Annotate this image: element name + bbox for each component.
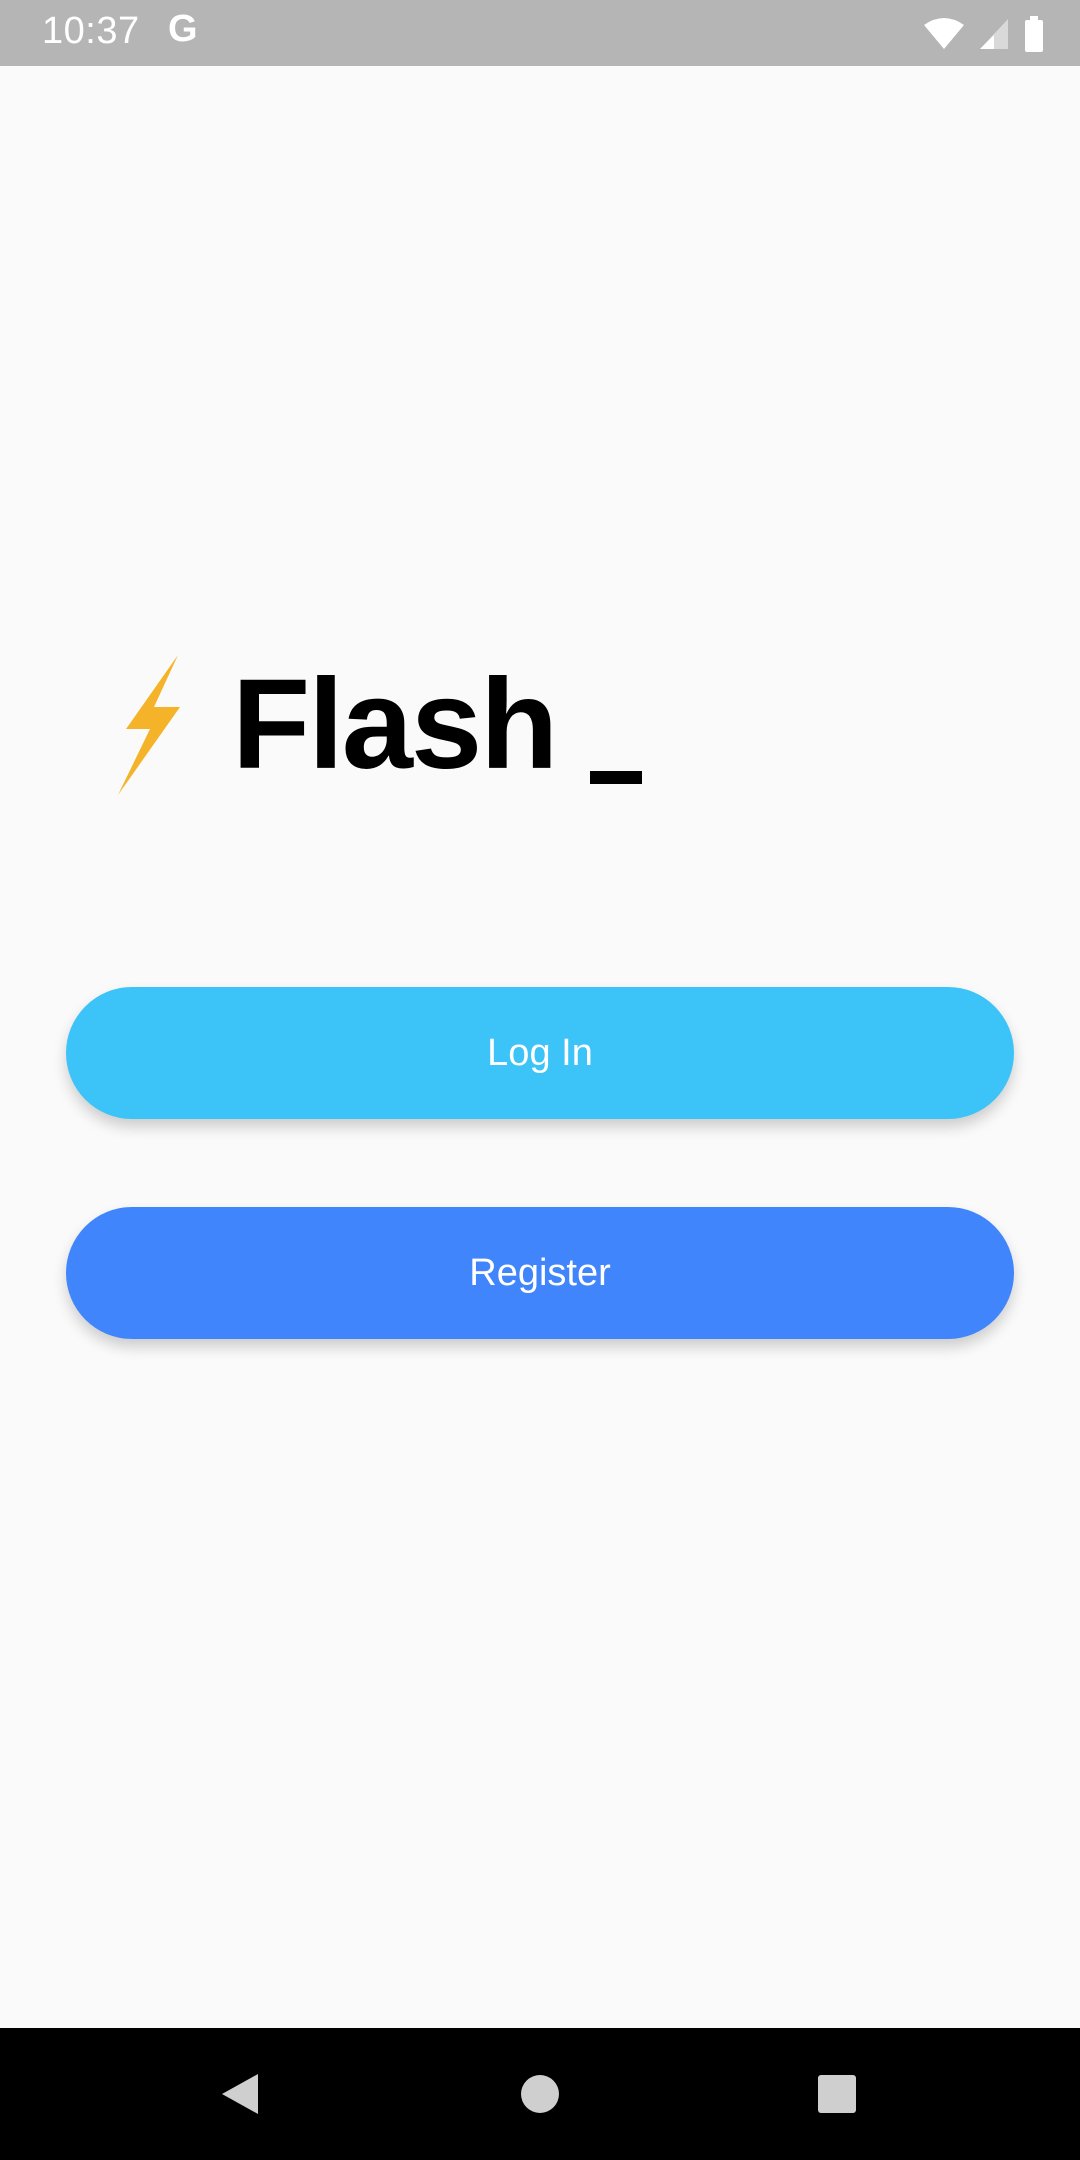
app-title-row: Flash	[108, 650, 643, 800]
battery-icon	[1025, 16, 1043, 52]
status-bar: 10:37 G	[0, 0, 1080, 66]
recents-icon	[818, 2075, 856, 2113]
wifi-icon	[924, 18, 964, 49]
back-icon	[222, 2074, 258, 2114]
welcome-screen: 10:37 G Flash Log In Register	[0, 0, 1080, 2160]
status-time: 10:37	[42, 10, 140, 52]
cellular-signal-icon	[980, 19, 1008, 49]
navigation-bar	[0, 2028, 1080, 2160]
app-title: Flash	[232, 653, 558, 796]
home-button[interactable]	[460, 2028, 620, 2160]
register-button[interactable]: Register	[66, 1207, 1014, 1339]
home-icon	[521, 2075, 559, 2113]
login-button-label: Log In	[487, 1031, 593, 1074]
login-button[interactable]: Log In	[66, 987, 1014, 1119]
recents-button[interactable]	[757, 2028, 917, 2160]
register-button-label: Register	[469, 1251, 611, 1294]
status-icons	[924, 14, 1044, 54]
google-notification-icon: G	[168, 8, 198, 50]
back-button[interactable]	[160, 2028, 320, 2160]
typing-cursor	[590, 771, 643, 784]
lightning-bolt-icon	[118, 655, 180, 795]
